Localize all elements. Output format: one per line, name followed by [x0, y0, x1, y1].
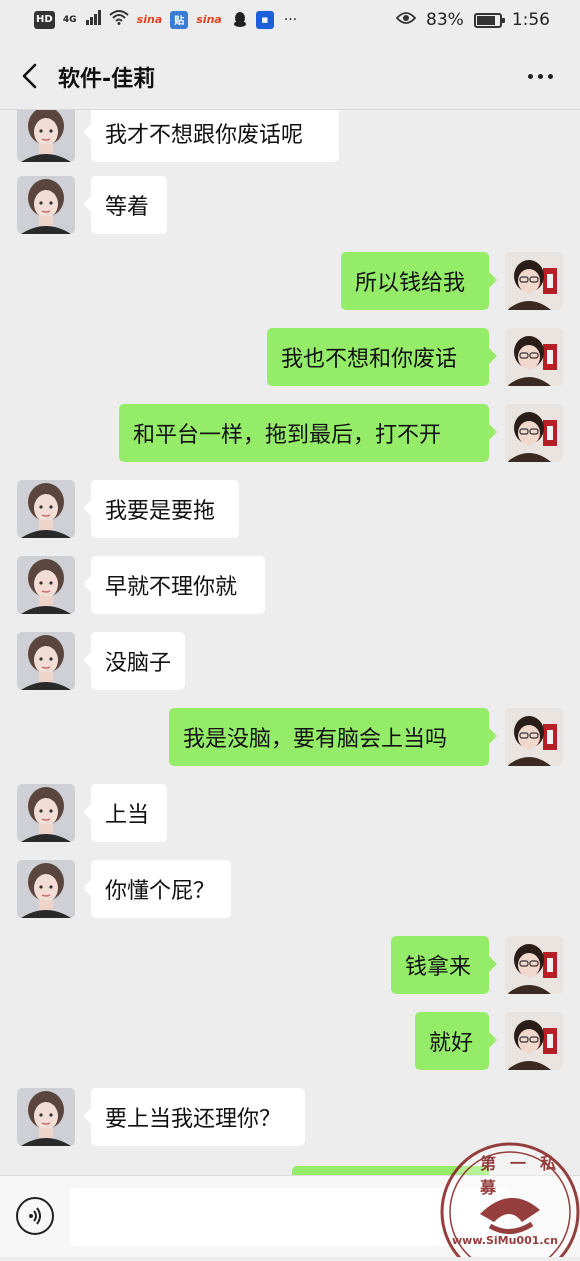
message-bubble[interactable]: 我才不想跟你废话呢 — [83, 110, 339, 162]
contact-avatar[interactable] — [17, 632, 75, 690]
contact-avatar[interactable] — [17, 1088, 75, 1146]
chat-title: 软件-佳莉 — [58, 67, 156, 92]
incoming-message: 等着 — [0, 176, 580, 234]
status-bar: HD 4G sina 贴 sina ■ ··· 83% 1:56 — [0, 0, 580, 42]
eye-icon — [395, 10, 417, 30]
outgoing-message: 我也不想和你废话 — [0, 328, 580, 386]
more-button[interactable] — [520, 60, 560, 92]
outgoing-message: 我是没脑，要有脑会上当吗 — [0, 708, 580, 766]
contact-avatar[interactable] — [17, 556, 75, 614]
more-notifications: ··· — [283, 11, 298, 28]
incoming-message: 早就不理你就 — [0, 556, 580, 614]
message-bubble[interactable]: 和平台一样，拖到最后，打不开 — [119, 404, 497, 462]
wifi-icon — [109, 9, 129, 30]
more-dots-icon — [527, 73, 533, 79]
chat-message-list[interactable]: 我才不想跟你废话呢等着所以钱给我我也不想和你废话和平台一样，拖到最后，打不开我要… — [0, 110, 580, 1175]
chevron-left-icon — [22, 63, 37, 89]
clock: 1:56 — [511, 10, 550, 30]
my-avatar[interactable] — [505, 1012, 563, 1070]
incoming-message: 你懂个屁？ — [0, 860, 580, 918]
my-avatar[interactable] — [505, 252, 563, 310]
network-icon: 4G — [62, 14, 77, 25]
message-bubble[interactable]: 等着 — [83, 176, 167, 234]
battery-icon — [473, 12, 505, 28]
contact-avatar[interactable] — [17, 110, 75, 162]
sina-icon-2: sina — [196, 13, 222, 26]
incoming-message: 没脑子 — [0, 632, 580, 690]
watermark-url: www.SiMu001.cn — [452, 1234, 558, 1247]
incoming-message: 我才不想跟你废话呢 — [0, 110, 580, 162]
message-bubble[interactable]: 我也不想和你废话 — [267, 328, 497, 386]
voice-button[interactable] — [16, 1197, 54, 1235]
my-avatar[interactable] — [505, 708, 563, 766]
chat-header: 软件-佳莉 — [0, 42, 580, 110]
app-notification-icon: ■ — [255, 10, 274, 29]
message-bubble[interactable]: 我要是要拖 — [83, 480, 239, 538]
contact-avatar[interactable] — [17, 480, 75, 538]
my-avatar[interactable] — [505, 328, 563, 386]
message-bubble[interactable]: 要上当我还理你？ — [83, 1088, 305, 1146]
status-left: HD 4G sina 贴 sina ■ ··· — [34, 9, 297, 30]
more-dot — [547, 73, 553, 79]
outgoing-message: 钱拿来 — [0, 936, 580, 994]
contact-avatar[interactable] — [17, 784, 75, 842]
my-avatar[interactable] — [505, 936, 563, 994]
hd-icon: HD — [34, 10, 55, 29]
watermark-text: 第一私募 — [480, 1154, 571, 1197]
outgoing-message: 所以钱给我 — [0, 252, 580, 310]
more-dot — [537, 73, 543, 79]
incoming-message: 我要是要拖 — [0, 480, 580, 538]
voice-icon — [29, 1207, 41, 1225]
battery-percent: 83% — [426, 10, 464, 30]
message-bubble[interactable]: 我是没脑，要有脑会上当吗 — [169, 708, 497, 766]
message-bubble[interactable]: 没脑子 — [83, 632, 185, 690]
tieba-icon: 贴 — [170, 10, 189, 29]
contact-avatar[interactable] — [17, 860, 75, 918]
signal-icon — [85, 9, 103, 30]
sina-icon: sina — [136, 13, 163, 26]
my-avatar[interactable] — [505, 404, 563, 462]
incoming-message: 上当 — [0, 784, 580, 842]
status-right: 83% 1:56 — [395, 10, 550, 30]
outgoing-message: 就好 — [0, 1012, 580, 1070]
back-button[interactable] — [12, 58, 48, 94]
message-bubble[interactable]: 上当 — [83, 784, 167, 842]
message-bubble[interactable]: 就好 — [415, 1012, 497, 1070]
message-bubble[interactable]: 你懂个屁？ — [83, 860, 231, 918]
watermark-seal: 第一私募 www.SiMu001.cn — [432, 1126, 580, 1261]
message-bubble[interactable]: 所以钱给我 — [341, 252, 497, 310]
message-bubble[interactable]: 钱拿来 — [391, 936, 497, 994]
qq-icon — [230, 11, 250, 29]
message-bubble[interactable]: 早就不理你就 — [83, 556, 265, 614]
outgoing-message: 和平台一样，拖到最后，打不开 — [0, 404, 580, 462]
contact-avatar[interactable] — [17, 176, 75, 234]
